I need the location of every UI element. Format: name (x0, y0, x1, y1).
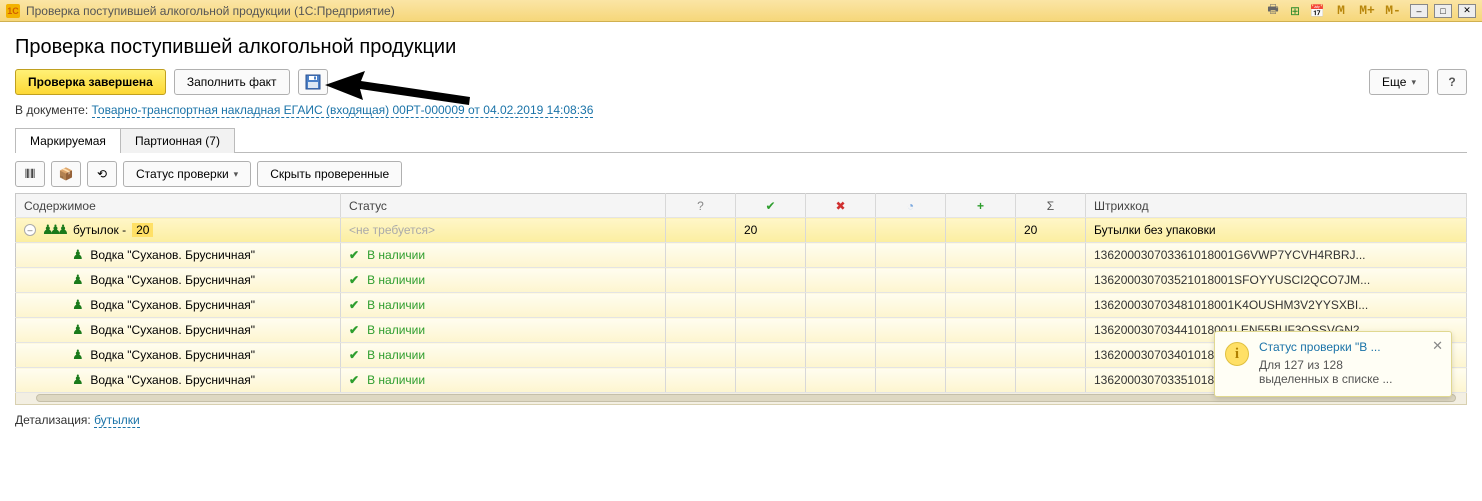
refresh-button[interactable]: ⟲ (87, 161, 117, 187)
bottle-icon: ♟ (72, 322, 84, 337)
floppy-icon (305, 74, 321, 90)
item-name: Водка "Суханов. Брусничная" (90, 323, 255, 337)
item-name: Водка "Суханов. Брусничная" (90, 348, 255, 362)
collapse-icon[interactable]: – (24, 224, 36, 236)
col-sigma[interactable]: Σ (1016, 194, 1086, 218)
item-barcode: 136200030703361018001G6VWP7YCVH4RBRJ... (1086, 243, 1467, 268)
item-status: В наличии (367, 248, 425, 262)
check-icon: ✔ (349, 273, 359, 287)
table-row[interactable]: ♟ Водка "Суханов. Брусничная" ✔ В наличии 1… (16, 268, 1467, 293)
box-icon: 📦 (59, 167, 74, 181)
col-contents[interactable]: Содержимое (16, 194, 341, 218)
page-title: Проверка поступившей алкогольной продукц… (15, 36, 1467, 59)
group-barcode: Бутылки без упаковки (1086, 218, 1467, 243)
document-link[interactable]: Товарно-транспортная накладная ЕГАИС (вх… (92, 103, 594, 118)
check-status-button[interactable]: Статус проверки (123, 161, 251, 187)
check-icon: ✔ (349, 298, 359, 312)
inventory-button[interactable]: 📦 (51, 161, 81, 187)
check-done-button[interactable]: Проверка завершена (15, 69, 166, 95)
calendar-icon[interactable]: 📅 (1308, 2, 1326, 20)
plus-icon: + (977, 199, 984, 213)
col-cross[interactable]: ✖ (806, 194, 876, 218)
doc-prefix: В документе: (15, 103, 92, 117)
check-icon: ✔ (349, 323, 359, 337)
col-check[interactable]: ✔ (736, 194, 806, 218)
check-icon: ✔ (349, 348, 359, 362)
col-status[interactable]: Статус (341, 194, 666, 218)
tabs: Маркируемая Партионная (7) (15, 127, 1467, 153)
document-reference: В документе: Товарно-транспортная наклад… (15, 103, 1467, 117)
item-status: В наличии (367, 273, 425, 287)
toast-title[interactable]: Статус проверки "В ... (1259, 340, 1441, 354)
bottle-icon: ♟ (72, 347, 84, 362)
group-count: 20 (132, 223, 153, 237)
main-toolbar: Проверка завершена Заполнить факт Еще ? (15, 69, 1467, 95)
refresh-icon: ⟲ (97, 167, 107, 181)
item-name: Водка "Суханов. Брусничная" (90, 273, 255, 287)
group-row[interactable]: –♟♟♟бутылок -20<не требуется>2020Бутылки… (16, 218, 1467, 243)
window-title: Проверка поступившей алкогольной продукц… (26, 4, 395, 18)
grid-header-row: Содержимое Статус ? ✔ ✖ ◔ + Σ Штрихкод (16, 194, 1467, 218)
col-question[interactable]: ? (666, 194, 736, 218)
col-plus[interactable]: + (946, 194, 1016, 218)
calc-icon[interactable]: ⊞ (1286, 2, 1304, 20)
barcode-scan-button[interactable]: ⦀⦀ (15, 161, 45, 187)
toast-close-button[interactable]: ✕ (1432, 338, 1443, 354)
bottles-icon: ♟♟♟ (42, 222, 65, 238)
item-barcode: 136200030703521018001SFOYYUSCI2QCO7JM... (1086, 268, 1467, 293)
barcode-icon: ⦀⦀ (25, 167, 36, 182)
toast-body-line1: Для 127 из 128 (1259, 358, 1441, 372)
fill-fact-button[interactable]: Заполнить факт (174, 69, 290, 95)
group-check-count: 20 (736, 218, 806, 243)
check-icon: ✔ (765, 199, 775, 213)
check-icon: ✔ (349, 248, 359, 262)
table-row[interactable]: ♟ Водка "Суханов. Брусничная" ✔ В наличии 1… (16, 293, 1467, 318)
memory-mplus-icon[interactable]: M+ (1356, 2, 1378, 20)
detail-prefix: Детализация: (15, 413, 94, 427)
bottle-icon: ♟ (72, 272, 84, 287)
bottle-icon: ♟ (72, 297, 84, 312)
bottle-icon: ♟ (72, 372, 84, 387)
app-logo-icon: 1C (6, 4, 20, 18)
item-status: В наличии (367, 298, 425, 312)
group-status: <не требуется> (349, 223, 435, 237)
check-icon: ✔ (349, 373, 359, 387)
item-barcode: 136200030703481018001K4OUSHM3V2YYSXBI... (1086, 293, 1467, 318)
grid-toolbar: ⦀⦀ 📦 ⟲ Статус проверки Скрыть проверенны… (15, 161, 1467, 187)
maximize-button[interactable]: □ (1434, 4, 1452, 18)
col-barcode[interactable]: Штрихкод (1086, 194, 1467, 218)
sigma-icon: Σ (1047, 199, 1054, 213)
close-button[interactable]: ✕ (1458, 4, 1476, 18)
help-button[interactable]: ? (1437, 69, 1467, 95)
bottle-icon: ♟ (72, 247, 84, 262)
col-clock[interactable]: ◔ (876, 194, 946, 218)
tab-markable[interactable]: Маркируемая (15, 128, 121, 153)
info-icon: i (1225, 342, 1249, 366)
item-name: Водка "Суханов. Брусничная" (90, 373, 255, 387)
more-button[interactable]: Еще (1369, 69, 1429, 95)
item-status: В наличии (367, 348, 425, 362)
titlebar: 1C Проверка поступившей алкогольной прод… (0, 0, 1482, 22)
table-row[interactable]: ♟ Водка "Суханов. Брусничная" ✔ В наличии 1… (16, 243, 1467, 268)
question-icon: ? (697, 199, 704, 213)
tab-batch[interactable]: Партионная (7) (120, 128, 235, 153)
memory-m-icon[interactable]: M (1330, 2, 1352, 20)
item-status: В наличии (367, 373, 425, 387)
detail-link[interactable]: бутылки (94, 413, 140, 428)
notification-toast: i ✕ Статус проверки "В ... Для 127 из 12… (1214, 331, 1452, 397)
clock-icon: ◔ (907, 199, 914, 213)
detail-line: Детализация: бутылки (15, 413, 1467, 427)
item-status: В наличии (367, 323, 425, 337)
item-name: Водка "Суханов. Брусничная" (90, 248, 255, 262)
minimize-button[interactable]: – (1410, 4, 1428, 18)
toast-body-line2: выделенных в списке ... (1259, 372, 1441, 386)
save-button[interactable] (298, 69, 328, 95)
group-sigma-count: 20 (1016, 218, 1086, 243)
print-icon[interactable]: 🖶 (1264, 2, 1282, 20)
cross-icon: ✖ (835, 199, 845, 213)
group-label: бутылок - (73, 223, 126, 237)
hide-checked-button[interactable]: Скрыть проверенные (257, 161, 402, 187)
memory-mminus-icon[interactable]: M- (1382, 2, 1404, 20)
item-name: Водка "Суханов. Брусничная" (90, 298, 255, 312)
